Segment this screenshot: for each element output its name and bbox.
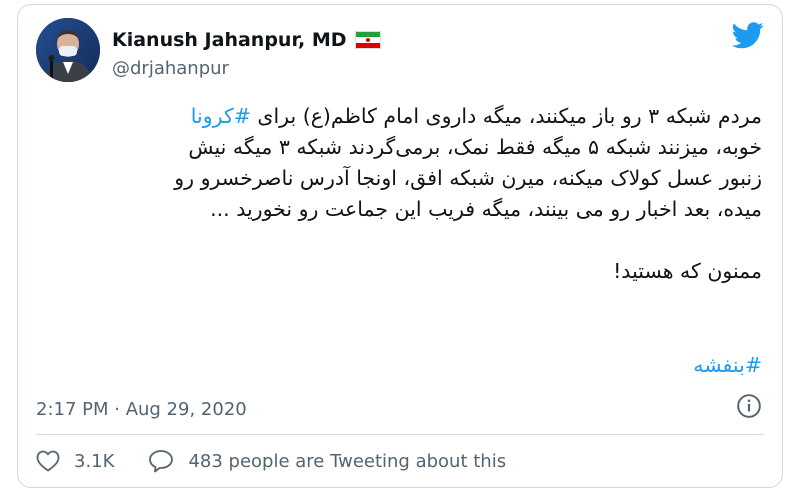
tweet-actions: 3.1K 483 people are Tweeting about this	[36, 449, 506, 473]
tweet-line-4: میده، بعد اخبار رو می بینند، میگه فریب ا…	[210, 197, 762, 221]
hashtag-corona[interactable]: #کرونا	[191, 104, 251, 128]
info-icon[interactable]	[736, 393, 762, 423]
tweet-thanks-line: ممنون که هستید!	[613, 259, 762, 283]
author-name[interactable]: Kianush Jahanpur, MD	[112, 29, 347, 51]
avatar[interactable]	[36, 18, 100, 82]
tweet-timestamp[interactable]: 2:17 PM · Aug 29, 2020	[36, 399, 247, 420]
speech-bubble-icon	[148, 449, 174, 473]
tweet-line-3: زنبور عسل کولاک میکنه، میرن شبکه افق، او…	[174, 166, 762, 190]
divider	[36, 434, 764, 435]
tweet-line-1: مردم شبکه ۳ رو باز میکنند، میگه داروی ام…	[190, 104, 762, 128]
tweet-text: مردم شبکه ۳ رو باز میکنند، میگه داروی ام…	[36, 101, 762, 287]
heart-icon	[36, 450, 60, 472]
tweet-line-2: خوبه، میزنند شبکه ۵ میگه فقط نمک، برمی‌گ…	[188, 135, 762, 159]
author-handle[interactable]: @drjahanpur	[112, 58, 229, 79]
like-count: 3.1K	[74, 450, 115, 472]
tweet-card[interactable]: Kianush Jahanpur, MD @drjahanpur مردم شب…	[17, 4, 783, 488]
hashtag-banafshe[interactable]: #بنفشه	[693, 353, 762, 377]
reply-count-text: 483 people are Tweeting about this	[188, 450, 507, 472]
reply-button[interactable]: 483 people are Tweeting about this	[148, 449, 506, 473]
profile-photo	[36, 18, 100, 82]
like-button[interactable]: 3.1K	[36, 450, 114, 472]
twitter-bird-icon[interactable]	[731, 22, 764, 53]
iran-flag-icon	[354, 31, 381, 49]
